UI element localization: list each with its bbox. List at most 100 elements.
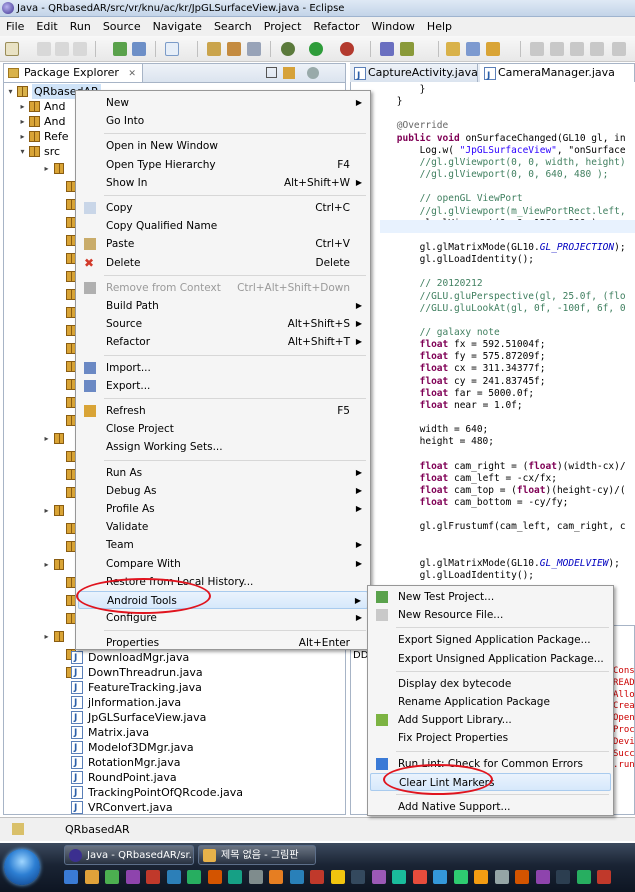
menu-project[interactable]: Project — [258, 17, 308, 36]
back-icon[interactable] — [590, 42, 604, 56]
link-with-editor-icon[interactable] — [283, 67, 295, 79]
annotation-icon[interactable] — [466, 42, 480, 56]
quick-launch-app-icon[interactable] — [371, 870, 386, 884]
search-tool-icon[interactable] — [247, 42, 261, 56]
menu-item-new[interactable]: New ▶ — [78, 94, 368, 112]
refactor-tool-icon[interactable] — [400, 42, 414, 56]
quick-launch-app-icon[interactable] — [515, 870, 529, 884]
menu-item-team[interactable]: Team ▶ — [78, 536, 368, 554]
quick-launch-app-icon[interactable] — [248, 870, 263, 884]
quick-launch-app-icon[interactable] — [166, 870, 181, 884]
open-task-icon[interactable] — [227, 42, 241, 56]
debug-icon[interactable] — [281, 42, 295, 56]
menu-item-run-as[interactable]: Run As ▶ — [78, 464, 368, 482]
quick-launch-app-icon[interactable] — [453, 870, 468, 884]
menu-refactor[interactable]: Refactor — [307, 17, 365, 36]
menu-navigate[interactable]: Navigate — [147, 17, 208, 36]
close-icon[interactable]: ✕ — [128, 69, 136, 79]
menu-item-export-signed-application-package[interactable]: Export Signed Application Package... — [370, 631, 611, 649]
menu-item-copy-qualified-name[interactable]: Copy Qualified Name — [78, 217, 368, 235]
quick-launch-app-icon[interactable] — [330, 870, 345, 884]
menu-file[interactable]: File — [0, 17, 30, 36]
menu-item-profile-as[interactable]: Profile As ▶ — [78, 500, 368, 518]
quick-launch-app-icon[interactable] — [412, 870, 427, 884]
menu-item-export[interactable]: Export... — [78, 377, 368, 395]
menu-help[interactable]: Help — [421, 17, 458, 36]
open-folder-icon[interactable] — [446, 42, 460, 56]
quick-launch-app-icon[interactable] — [187, 870, 201, 884]
menu-item-validate[interactable]: Validate — [78, 518, 368, 536]
task-paint[interactable]: 제목 없음 - 그림판 — [198, 845, 316, 865]
new-fast-view-icon[interactable] — [12, 823, 24, 835]
quick-launch-app-icon[interactable] — [433, 870, 447, 884]
menu-item-add-support-library[interactable]: Add Support Library... — [370, 711, 611, 729]
menu-item-open-type-hierarchy[interactable]: Open Type Hierarchy F4 — [78, 156, 368, 174]
collapse-all-icon[interactable] — [266, 67, 277, 78]
menu-item-compare-with[interactable]: Compare With ▶ — [78, 555, 368, 573]
quick-launch-app-icon[interactable] — [310, 870, 324, 884]
menu-run[interactable]: Run — [64, 17, 97, 36]
last-edit-icon[interactable] — [570, 42, 584, 56]
menu-item-refresh[interactable]: Refresh F5 — [78, 402, 368, 420]
quick-launch-app-icon[interactable] — [576, 870, 591, 884]
expand-toggle-icon[interactable]: ▸ — [42, 632, 51, 641]
expand-toggle-icon[interactable]: ▸ — [18, 132, 27, 141]
quick-launch-app-icon[interactable] — [64, 870, 78, 884]
pen-icon[interactable] — [486, 42, 500, 56]
quick-launch-app-icon[interactable] — [125, 870, 140, 884]
view-menu-icon[interactable] — [307, 67, 319, 79]
menu-item-new-test-project[interactable]: New Test Project... — [370, 588, 611, 606]
expand-toggle-icon[interactable]: ▸ — [42, 506, 51, 515]
menu-item-source[interactable]: Source Alt+Shift+S ▶ — [78, 315, 368, 333]
new-icon[interactable] — [5, 42, 19, 56]
expand-toggle-icon[interactable]: ▸ — [42, 164, 51, 173]
open-type-icon[interactable] — [207, 42, 221, 56]
menu-item-copy[interactable]: Copy Ctrl+C — [78, 199, 368, 217]
menu-item-display-dex-bytecode[interactable]: Display dex bytecode — [370, 675, 611, 693]
quick-launch-app-icon[interactable] — [474, 870, 488, 884]
start-button[interactable] — [4, 849, 40, 885]
menu-edit[interactable]: Edit — [30, 17, 63, 36]
menu-item-add-native-support[interactable]: Add Native Support... — [370, 798, 611, 816]
avd-manager-icon[interactable] — [132, 42, 146, 56]
quick-launch-app-icon[interactable] — [597, 870, 611, 884]
quick-launch-app-icon[interactable] — [146, 870, 160, 884]
menu-item-show-in[interactable]: Show In Alt+Shift+W ▶ — [78, 174, 368, 192]
expand-toggle-icon[interactable]: ▸ — [42, 560, 51, 569]
quick-launch-app-icon[interactable] — [228, 870, 242, 884]
quick-launch-app-icon[interactable] — [392, 870, 406, 884]
forward-icon[interactable] — [612, 42, 626, 56]
task-eclipse[interactable]: Java - QRbasedAR/sr... — [64, 845, 194, 865]
menu-item-import[interactable]: Import... — [78, 359, 368, 377]
print-icon[interactable] — [73, 42, 87, 56]
menu-item-properties[interactable]: Properties Alt+Enter — [78, 634, 368, 652]
menu-search[interactable]: Search — [208, 17, 258, 36]
menu-item-rename-application-package[interactable]: Rename Application Package — [370, 693, 611, 711]
quick-launch-app-icon[interactable] — [351, 870, 365, 884]
menu-item-debug-as[interactable]: Debug As ▶ — [78, 482, 368, 500]
quick-launch-app-icon[interactable] — [105, 870, 119, 884]
menu-item-new-resource-file[interactable]: New Resource File... — [370, 606, 611, 624]
menu-window[interactable]: Window — [366, 17, 421, 36]
code-editor[interactable]: } } @Override public void onSurfaceChang… — [350, 82, 635, 622]
prev-annotation-icon[interactable] — [550, 42, 564, 56]
quick-launch-app-icon[interactable] — [207, 870, 222, 884]
quick-launch-app-icon[interactable] — [269, 870, 283, 884]
menu-item-open-in-new-window[interactable]: Open in New Window — [78, 137, 368, 155]
menu-item-refactor[interactable]: Refactor Alt+Shift+T ▶ — [78, 333, 368, 351]
quick-launch-app-icon[interactable] — [289, 870, 304, 884]
menu-item-paste[interactable]: Paste Ctrl+V — [78, 235, 368, 253]
menu-item-close-project[interactable]: Close Project — [78, 420, 368, 438]
tab-package-explorer[interactable]: Package Explorer ✕ — [4, 64, 143, 83]
coverage-icon[interactable] — [380, 42, 394, 56]
save-all-icon[interactable] — [55, 42, 69, 56]
expand-toggle-icon[interactable]: ▸ — [18, 102, 27, 111]
menu-item-fix-project-properties[interactable]: Fix Project Properties — [370, 729, 611, 747]
external-tools-icon[interactable] — [340, 42, 354, 56]
next-annotation-icon[interactable] — [530, 42, 544, 56]
tab-cameramanager[interactable]: CameraManager.java — [480, 64, 635, 83]
tab-captureactivity[interactable]: CaptureActivity.java — [350, 64, 478, 83]
menu-item-go-into[interactable]: Go Into — [78, 112, 368, 130]
expand-toggle-icon[interactable]: ▸ — [18, 117, 27, 126]
checkbox-tool-icon[interactable] — [165, 42, 179, 56]
